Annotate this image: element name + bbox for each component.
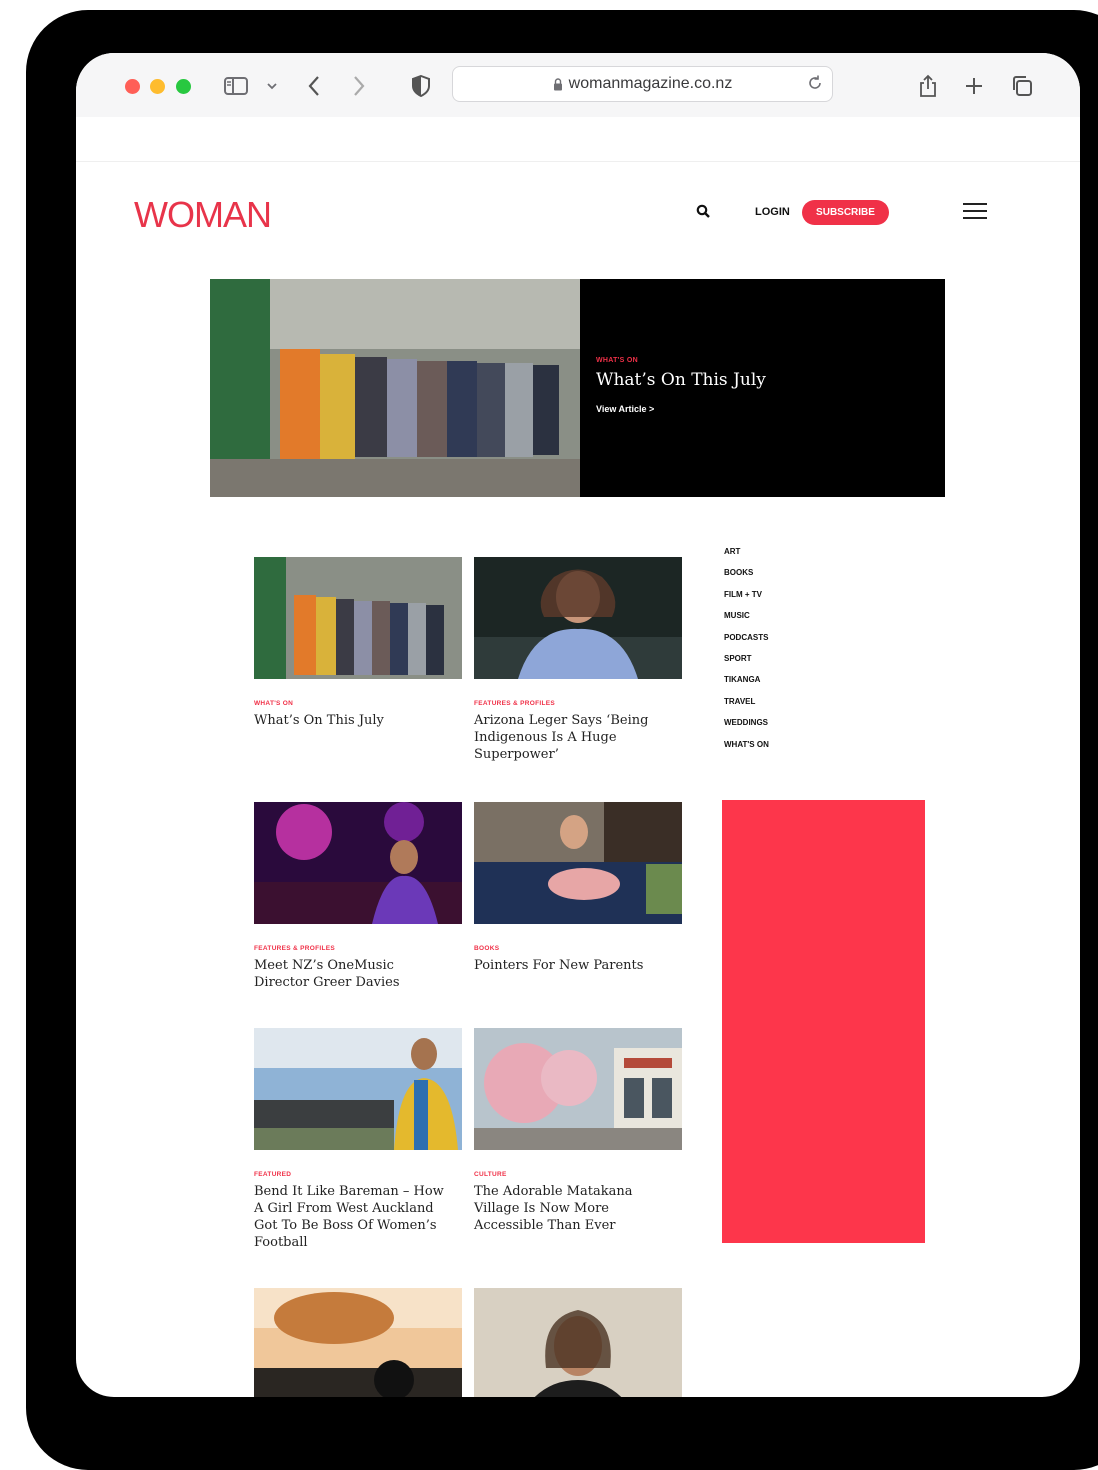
view-article-link[interactable]: View Article > bbox=[596, 404, 766, 414]
article-title[interactable]: The Adorable Matakana Village Is Now Mor… bbox=[474, 1183, 669, 1234]
category-link-film-tv[interactable]: FILM + TV bbox=[724, 590, 769, 611]
minimize-window-button[interactable] bbox=[150, 79, 165, 94]
back-arrow-icon[interactable] bbox=[304, 71, 324, 101]
new-tab-icon[interactable] bbox=[963, 71, 985, 101]
site-logo[interactable]: WOMAN bbox=[134, 194, 272, 236]
article-thumbnail[interactable] bbox=[254, 557, 462, 679]
article-card[interactable]: BOOKS Pointers For New Parents bbox=[474, 802, 684, 974]
login-link[interactable]: LOGIN bbox=[755, 206, 790, 218]
share-icon[interactable] bbox=[916, 71, 940, 101]
article-card[interactable]: CULTURE The Adorable Matakana Village Is… bbox=[474, 1028, 684, 1234]
hero-title[interactable]: What’s On This July bbox=[596, 370, 766, 390]
article-card[interactable]: FEATURED Bend It Like Bareman – How A Gi… bbox=[254, 1028, 464, 1251]
subscribe-button[interactable]: SUBSCRIBE bbox=[802, 200, 889, 225]
forward-arrow-icon[interactable] bbox=[349, 71, 369, 101]
category-link-whats-on[interactable]: WHAT'S ON bbox=[724, 740, 769, 761]
browser-toolbar: womanmagazine.co.nz bbox=[76, 53, 1080, 117]
category-link-podcasts[interactable]: PODCASTS bbox=[724, 633, 769, 654]
article-title[interactable]: Pointers For New Parents bbox=[474, 957, 669, 974]
article-title[interactable]: Arizona Leger Says ‘Being Indigenous Is … bbox=[474, 712, 669, 763]
close-window-button[interactable] bbox=[125, 79, 140, 94]
article-card[interactable] bbox=[254, 1288, 464, 1397]
chevron-down-icon[interactable] bbox=[264, 71, 280, 101]
article-thumbnail[interactable] bbox=[254, 802, 462, 924]
lock-icon bbox=[553, 77, 562, 90]
hero-text: WHAT'S ON What’s On This July View Artic… bbox=[596, 357, 766, 414]
search-icon[interactable] bbox=[696, 204, 710, 223]
privacy-shield-icon[interactable] bbox=[410, 71, 432, 101]
category-link-books[interactable]: BOOKS bbox=[724, 568, 769, 589]
article-thumbnail[interactable] bbox=[474, 1028, 682, 1150]
article-thumbnail[interactable] bbox=[474, 802, 682, 924]
hero-category[interactable]: WHAT'S ON bbox=[596, 357, 766, 364]
article-category[interactable]: FEATURES & PROFILES bbox=[254, 945, 464, 952]
hamburger-menu-icon[interactable] bbox=[963, 203, 987, 221]
article-thumbnail[interactable] bbox=[474, 1288, 682, 1397]
article-card[interactable]: FEATURES & PROFILES Meet NZ’s OneMusic D… bbox=[254, 802, 464, 991]
category-link-sport[interactable]: SPORT bbox=[724, 654, 769, 675]
article-category[interactable]: FEATURED bbox=[254, 1171, 464, 1178]
category-link-travel[interactable]: TRAVEL bbox=[724, 697, 769, 718]
url-text: womanmagazine.co.nz bbox=[568, 75, 733, 92]
article-title[interactable]: Meet NZ’s OneMusic Director Greer Davies bbox=[254, 957, 449, 991]
article-card[interactable] bbox=[474, 1288, 684, 1397]
article-category[interactable]: FEATURES & PROFILES bbox=[474, 700, 684, 707]
sidebar-toggle-icon[interactable] bbox=[222, 71, 250, 101]
article-thumbnail[interactable] bbox=[474, 557, 682, 679]
hero-image bbox=[210, 279, 580, 497]
hero-banner[interactable]: WHAT'S ON What’s On This July View Artic… bbox=[210, 279, 945, 497]
article-category[interactable]: CULTURE bbox=[474, 1171, 684, 1178]
article-thumbnail[interactable] bbox=[254, 1288, 462, 1397]
article-card[interactable]: FEATURES & PROFILES Arizona Leger Says ‘… bbox=[474, 557, 684, 763]
article-title[interactable]: Bend It Like Bareman – How A Girl From W… bbox=[254, 1183, 449, 1251]
article-category[interactable]: BOOKS bbox=[474, 945, 684, 952]
category-link-music[interactable]: MUSIC bbox=[724, 611, 769, 632]
browser-window: womanmagazine.co.nz WOMAN LOGIN SUBSCRIB… bbox=[76, 53, 1080, 1397]
article-title[interactable]: What’s On This July bbox=[254, 712, 449, 729]
article-thumbnail[interactable] bbox=[254, 1028, 462, 1150]
article-card[interactable]: WHAT'S ON What’s On This July bbox=[254, 557, 464, 729]
address-bar[interactable]: womanmagazine.co.nz bbox=[452, 66, 833, 102]
advertisement-block[interactable] bbox=[722, 800, 925, 1243]
category-link-art[interactable]: ART bbox=[724, 547, 769, 568]
category-link-weddings[interactable]: WEDDINGS bbox=[724, 718, 769, 739]
tab-overview-icon[interactable] bbox=[1010, 71, 1034, 101]
site-header: WOMAN LOGIN SUBSCRIBE bbox=[76, 161, 1080, 262]
category-list: ART BOOKS FILM + TV MUSIC PODCASTS SPORT… bbox=[724, 547, 769, 761]
reload-icon[interactable] bbox=[806, 74, 824, 97]
article-category[interactable]: WHAT'S ON bbox=[254, 700, 464, 707]
fullscreen-window-button[interactable] bbox=[176, 79, 191, 94]
category-link-tikanga[interactable]: TIKANGA bbox=[724, 675, 769, 696]
